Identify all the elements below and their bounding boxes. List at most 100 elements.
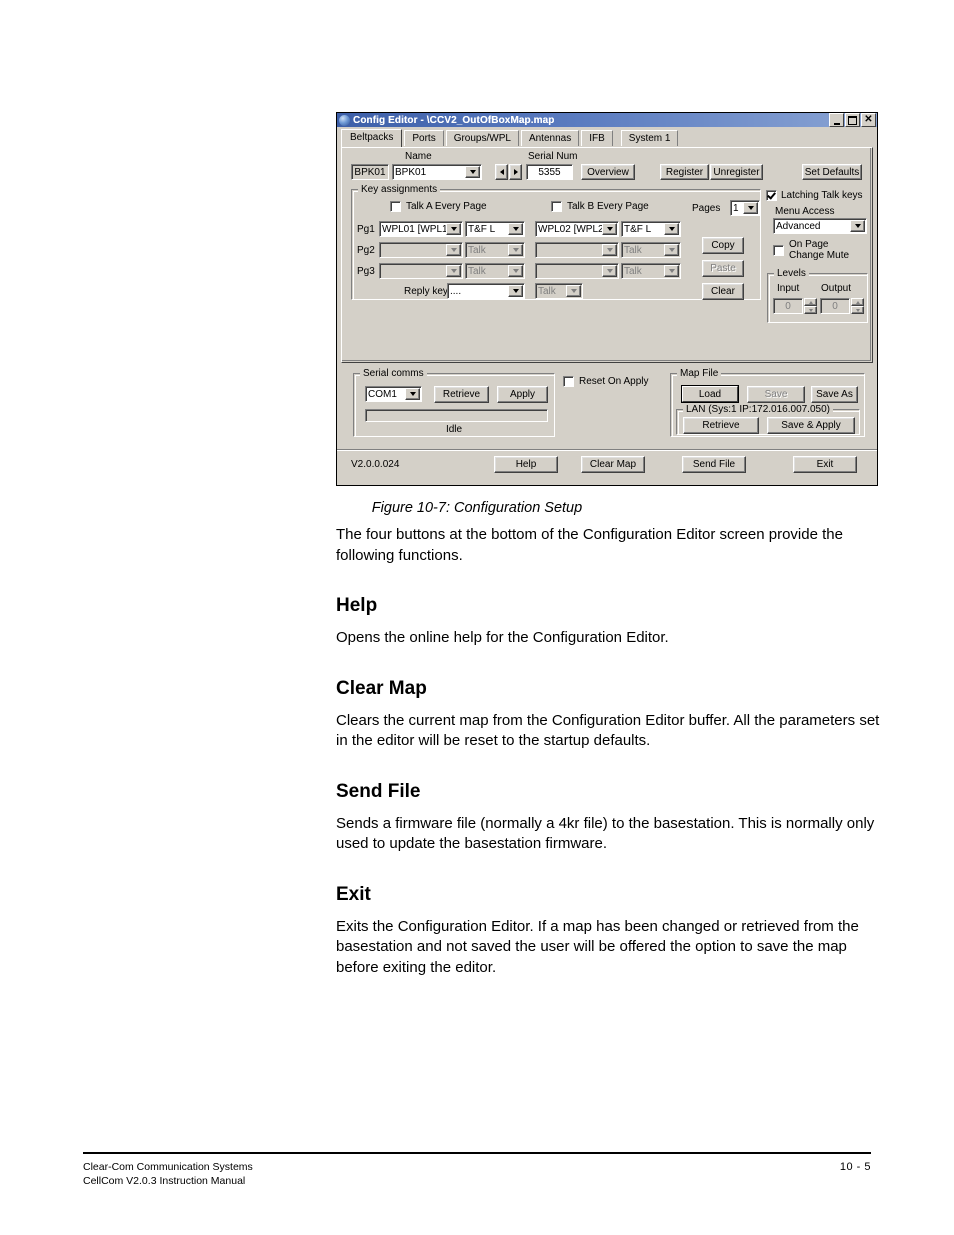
latching-talk-keys-checkbox[interactable]: Latching Talk keys [766, 189, 863, 201]
tab-strip: Beltpacks Ports Groups/WPL Antennas IFB … [341, 129, 877, 147]
page-number: 10 - 5 [839, 1161, 871, 1173]
window-title: Config Editor - \CCV2_OutOfBoxMap.map [353, 114, 555, 126]
exit-button[interactable]: Exit [793, 456, 857, 473]
menu-access-combo[interactable]: Advanced [773, 218, 867, 234]
heading-exit: Exit [336, 883, 371, 905]
chevron-down-icon[interactable] [743, 202, 758, 214]
chevron-down-icon[interactable] [508, 223, 523, 235]
tab-label: IFB [589, 133, 605, 144]
tab-beltpacks[interactable]: Beltpacks [341, 129, 403, 147]
copy-button[interactable]: Copy [702, 237, 744, 254]
stepper-down-icon[interactable] [851, 306, 864, 314]
lan-save-apply-button[interactable]: Save & Apply [767, 417, 855, 434]
chevron-down-icon [566, 285, 581, 297]
chevron-down-icon [664, 244, 679, 256]
map-save-as-button[interactable]: Save As [811, 386, 858, 403]
paste-button: Paste [702, 260, 744, 277]
menu-access-label: Menu Access [775, 206, 835, 217]
close-icon[interactable]: ✕ [861, 113, 876, 127]
talk-b-every-page-label: Talk B Every Page [567, 201, 649, 212]
lan-group: LAN (Sys:1 IP:172.016.007.050) Retrieve … [676, 404, 860, 435]
maximize-icon[interactable] [845, 113, 860, 127]
clear-keys-button[interactable]: Clear [702, 283, 744, 300]
output-level-field[interactable]: 0 [820, 298, 850, 314]
chevron-down-icon[interactable] [446, 223, 461, 235]
serial-apply-button[interactable]: Apply [497, 386, 548, 403]
stepper-up-icon[interactable] [804, 298, 817, 306]
chevron-down-icon[interactable] [405, 388, 420, 400]
tab-ports[interactable]: Ports [404, 130, 444, 146]
map-load-button[interactable]: Load [681, 385, 739, 403]
input-level-label: Input [777, 283, 800, 294]
body-content: The four buttons at the bottom of the Co… [336, 525, 881, 978]
footer-text: Clear-Com Communication Systems CellCom … [83, 1160, 253, 1188]
pages-value: 1 [733, 202, 739, 214]
chevron-down-icon[interactable] [508, 285, 523, 297]
reply-key-mode-combo: Talk [535, 283, 583, 299]
pg3-b-mode-combo: Talk [621, 263, 681, 279]
lan-label: LAN (Sys:1 IP:172.016.007.050) [683, 404, 833, 415]
pg1-b-mode-value: T&F L [624, 223, 652, 235]
lan-retrieve-button[interactable]: Retrieve [683, 417, 759, 434]
send-file-button[interactable]: Send File [682, 456, 746, 473]
reply-key-combo[interactable]: .... [447, 283, 525, 299]
stepper-up-icon[interactable] [851, 298, 864, 306]
talk-a-every-page-checkbox[interactable]: Talk A Every Page [390, 201, 487, 212]
stepper-down-icon[interactable] [804, 306, 817, 314]
pg3-b-source-combo [535, 263, 619, 279]
chevron-down-icon[interactable] [850, 220, 865, 232]
serial-num-field[interactable]: 5355 [526, 164, 573, 180]
checkbox-box [563, 376, 574, 387]
overview-button[interactable]: Overview [581, 164, 635, 180]
tab-groups-wpl[interactable]: Groups/WPL [445, 130, 519, 146]
set-defaults-button[interactable]: Set Defaults [802, 164, 862, 180]
figure-config-editor: Config Editor - \CCV2_OutOfBoxMap.map ✕ … [336, 112, 878, 486]
pg1-a-mode-combo[interactable]: T&F L [465, 221, 525, 237]
on-page-change-mute-checkbox[interactable]: On Page Change Mute [773, 239, 849, 261]
help-button[interactable]: Help [494, 456, 558, 473]
map-file-group: Map File Load Save Save As LAN (Sys:1 IP… [670, 368, 865, 437]
output-level-stepper[interactable] [851, 298, 864, 314]
chevron-down-icon[interactable] [664, 223, 679, 235]
pages-combo[interactable]: 1 [730, 200, 760, 216]
tab-label: Beltpacks [350, 132, 394, 143]
tab-ifb[interactable]: IFB [581, 130, 613, 146]
window-titlebar[interactable]: Config Editor - \CCV2_OutOfBoxMap.map ✕ [337, 113, 877, 127]
latching-talk-keys-label: Latching Talk keys [781, 190, 863, 201]
figure-caption: Figure 10-7: Configuration Setup [371, 500, 583, 516]
minimize-icon[interactable] [829, 113, 844, 127]
footer-line-1: Clear-Com Communication Systems [83, 1161, 253, 1173]
reset-on-apply-checkbox[interactable]: Reset On Apply [563, 376, 648, 387]
input-level-field[interactable]: 0 [773, 298, 803, 314]
config-editor-window: Config Editor - \CCV2_OutOfBoxMap.map ✕ … [336, 112, 878, 486]
prev-beltpack-button[interactable] [495, 164, 508, 180]
input-level-stepper[interactable] [804, 298, 817, 314]
pg1-b-source-combo[interactable]: WPL02 [WPL2 [535, 221, 619, 237]
talk-b-every-page-checkbox[interactable]: Talk B Every Page [551, 201, 649, 212]
tab-antennas[interactable]: Antennas [520, 130, 580, 146]
bottom-divider-highlight [337, 450, 877, 451]
pg1-b-mode-combo[interactable]: T&F L [621, 221, 681, 237]
serial-retrieve-button[interactable]: Retrieve [434, 386, 489, 403]
com-port-combo[interactable]: COM1 [365, 386, 422, 402]
serial-progress-bar [365, 409, 548, 422]
pg1-a-source-combo[interactable]: WPL01 [WPL1 [379, 221, 463, 237]
chevron-down-icon[interactable] [602, 223, 617, 235]
paragraph-clear-map: Clears the current map from the Configur… [336, 711, 880, 750]
tab-label: Antennas [528, 133, 572, 144]
clear-map-button[interactable]: Clear Map [581, 456, 645, 473]
next-beltpack-button[interactable] [509, 164, 522, 180]
footer-rule [83, 1152, 871, 1154]
register-button[interactable]: Register [660, 164, 709, 180]
chevron-down-icon [508, 265, 523, 277]
reply-key-mode-value: Talk [538, 285, 556, 297]
unregister-button[interactable]: Unregister [710, 164, 763, 180]
checkbox-box [551, 201, 562, 212]
beltpack-name-combo[interactable]: BPK01 [392, 164, 482, 180]
serial-num-label: Serial Num [528, 151, 578, 162]
chevron-down-icon[interactable] [465, 166, 480, 178]
beltpacks-tab-panel: Name Serial Num BPK01 BPK01 5355 Overvie… [341, 147, 873, 363]
on-page-line2: Change Mute [789, 250, 850, 261]
tab-system-1[interactable]: System 1 [620, 130, 679, 146]
com-port-value: COM1 [368, 388, 397, 400]
